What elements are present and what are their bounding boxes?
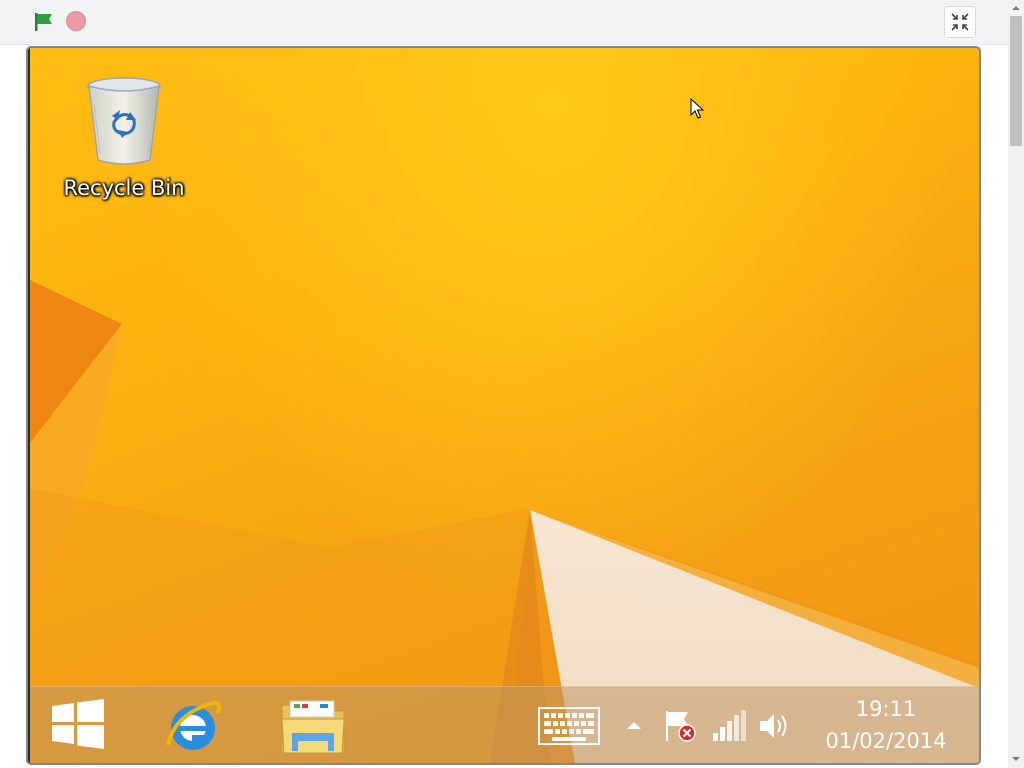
scrollbar-thumb[interactable] — [1010, 16, 1022, 146]
clock-date: 01/02/2014 — [825, 729, 947, 753]
exit-fullscreen-icon[interactable] — [944, 6, 976, 38]
scroll-down-arrow[interactable] — [1011, 754, 1021, 764]
emulator-toolbar — [0, 0, 1008, 45]
vm-screen[interactable]: Recycle Bin 19:11 01/02/2014 — [26, 46, 981, 765]
mouse-cursor-icon — [690, 98, 704, 119]
green-flag-icon[interactable] — [33, 11, 55, 33]
taskbar: 19:11 01/02/2014 — [30, 686, 979, 763]
network-signal-icon[interactable] — [711, 709, 747, 743]
show-hidden-icons-arrow[interactable] — [626, 717, 642, 733]
clock-time: 19:11 — [855, 697, 917, 721]
internet-explorer-icon — [166, 700, 222, 750]
desktop[interactable]: Recycle Bin 19:11 01/02/2014 — [30, 48, 979, 763]
windows-logo-icon — [52, 699, 104, 749]
taskbar-file-explorer[interactable] — [280, 697, 346, 757]
taskbar-clock[interactable]: 19:11 01/02/2014 — [818, 693, 954, 759]
action-center-flag-icon[interactable] — [664, 709, 698, 743]
stop-icon[interactable] — [66, 11, 88, 33]
page-scrollbar[interactable] — [1008, 0, 1024, 768]
desktop-icon-recycle-bin[interactable]: Recycle Bin — [54, 74, 194, 214]
recycle-bin-icon — [87, 77, 161, 165]
start-button[interactable] — [50, 699, 106, 749]
taskbar-internet-explorer[interactable] — [162, 695, 224, 757]
folder-icon — [281, 700, 345, 754]
desktop-icon-label: Recycle Bin — [63, 176, 185, 200]
speaker-volume-icon[interactable] — [758, 709, 792, 743]
scroll-up-arrow[interactable] — [1011, 3, 1021, 13]
touch-keyboard-icon[interactable] — [538, 707, 600, 745]
